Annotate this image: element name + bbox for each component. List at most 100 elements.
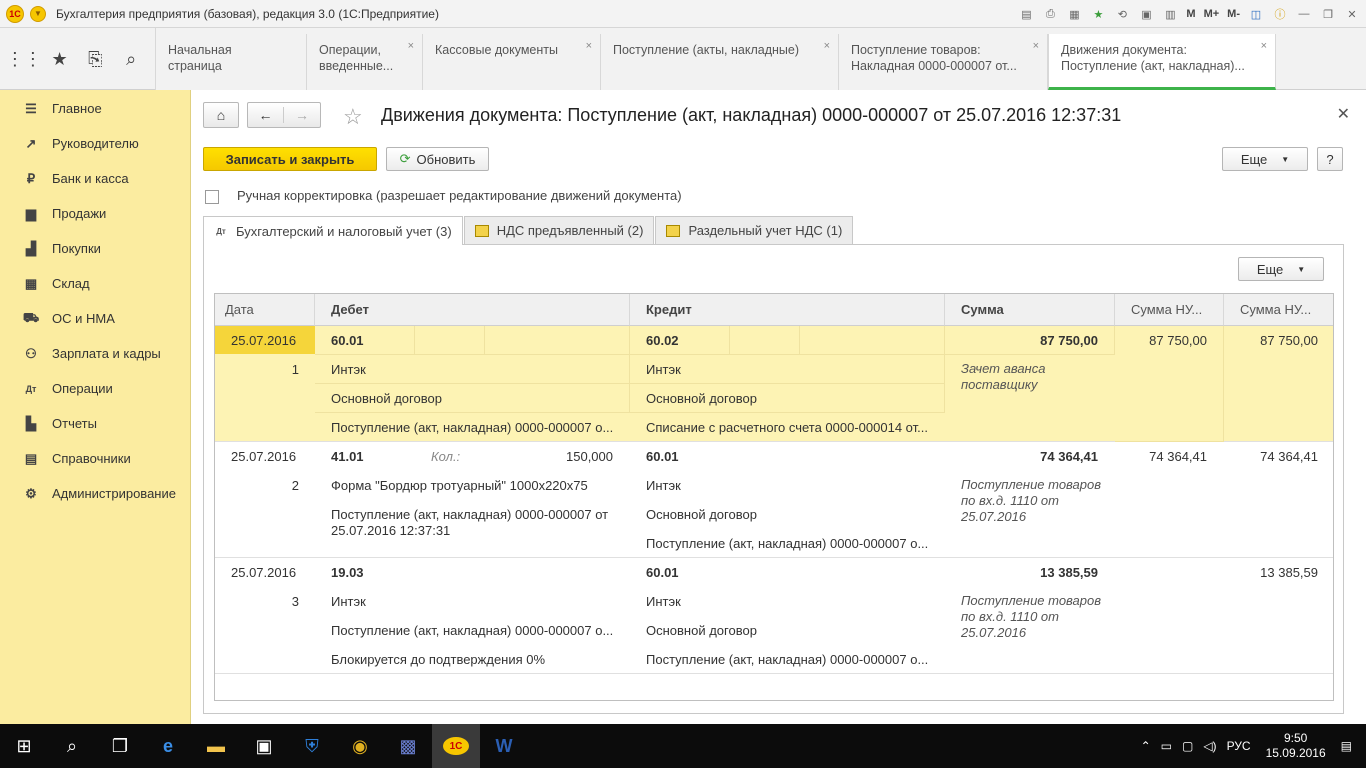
chrome-icon[interactable]: ◉ bbox=[336, 724, 384, 768]
close-tab-icon[interactable]: × bbox=[824, 38, 830, 54]
store-icon[interactable]: ▣ bbox=[240, 724, 288, 768]
sidebar-item-reports[interactable]: ▙ Отчеты bbox=[0, 406, 190, 441]
cell-debit-subconto: Блокируется до подтверждения 0% bbox=[331, 652, 546, 667]
close-tab-icon[interactable]: × bbox=[408, 38, 414, 54]
favorite-icon[interactable]: ★ bbox=[1088, 4, 1108, 24]
language-indicator[interactable]: РУС bbox=[1227, 739, 1251, 753]
calculator-icon[interactable]: ▥ bbox=[1160, 4, 1180, 24]
battery-icon[interactable]: ▭ bbox=[1161, 739, 1172, 753]
calendar-icon[interactable]: ▣ bbox=[1136, 4, 1156, 24]
word-icon[interactable]: W bbox=[480, 724, 528, 768]
tab-operations[interactable]: Операции, введенные... × bbox=[307, 34, 423, 90]
volume-icon[interactable]: ◁) bbox=[1203, 739, 1216, 753]
column-header-sum-nu[interactable]: Сумма НУ... bbox=[1115, 294, 1224, 326]
table-row[interactable]: 25.07.2016 3 19.03 Интэк Поступление (ак… bbox=[215, 558, 1333, 674]
save-icon[interactable]: ▤ bbox=[1016, 4, 1036, 24]
tab-accounting[interactable]: Дт Бухгалтерский и налоговый учет (3) bbox=[203, 216, 463, 245]
table-more-button[interactable]: Еще ▼ bbox=[1238, 257, 1324, 281]
column-header-date[interactable]: Дата bbox=[215, 294, 315, 326]
network-icon[interactable]: ▢ bbox=[1182, 739, 1193, 753]
clock-time: 9:50 bbox=[1283, 731, 1308, 745]
cell-credit-account: 60.01 bbox=[646, 449, 679, 464]
tab-receipts[interactable]: Поступление (акты, накладные) × bbox=[601, 34, 839, 90]
windows-start-icon[interactable]: ⊞ bbox=[0, 724, 48, 768]
task-view-icon[interactable]: ❐ bbox=[96, 724, 144, 768]
sidebar-item-admin[interactable]: ⚙ Администрирование bbox=[0, 476, 190, 511]
memory-mplus-button[interactable]: M+ bbox=[1202, 4, 1222, 24]
column-header-credit[interactable]: Кредит bbox=[630, 294, 945, 326]
explorer-icon[interactable]: ▬ bbox=[192, 724, 240, 768]
sidebar-item-director[interactable]: ↗ Руководителю bbox=[0, 126, 190, 161]
manual-correction-checkbox[interactable] bbox=[205, 190, 219, 204]
quick-buttons: ⋮⋮ ★ ⎘ ⌕ bbox=[0, 28, 156, 90]
dtkt-icon: Дт bbox=[216, 226, 226, 236]
memory-m-button[interactable]: M bbox=[1184, 4, 1197, 24]
panel-icon[interactable]: ◫ bbox=[1246, 4, 1266, 24]
sidebar-item-operations[interactable]: Дт Операции bbox=[0, 371, 190, 406]
tab-vat-presented[interactable]: НДС предъявленный (2) bbox=[463, 216, 655, 244]
close-tab-icon[interactable]: × bbox=[1261, 38, 1267, 54]
search-icon[interactable]: ⌕ bbox=[117, 45, 145, 73]
save-close-button[interactable]: Записать и закрыть bbox=[203, 147, 377, 171]
sidebar-item-salary[interactable]: ⚇ Зарплата и кадры bbox=[0, 336, 190, 371]
tab-goods-receipt[interactable]: Поступление товаров: Накладная 0000-0000… bbox=[839, 34, 1048, 90]
manual-correction-label: Ручная корректировка (разрешает редактир… bbox=[237, 188, 682, 203]
preview-icon[interactable]: ▦ bbox=[1064, 4, 1084, 24]
tab-cash-docs[interactable]: Кассовые документы × bbox=[423, 34, 601, 90]
back-icon[interactable]: ← bbox=[248, 107, 284, 123]
sidebar-item-warehouse[interactable]: ▦ Склад bbox=[0, 266, 190, 301]
column-header-sum[interactable]: Сумма bbox=[945, 294, 1115, 326]
restore-icon[interactable]: ❐ bbox=[1318, 4, 1338, 24]
close-tab-icon[interactable]: × bbox=[586, 38, 592, 54]
sidebar-item-assets[interactable]: ⛟ ОС и НМА bbox=[0, 301, 190, 336]
floppy-app-icon[interactable]: ▩ bbox=[384, 724, 432, 768]
close-tab-icon[interactable]: × bbox=[1033, 38, 1039, 54]
sidebar-item-catalogs[interactable]: ▤ Справочники bbox=[0, 441, 190, 476]
cell-date: 25.07.2016 bbox=[231, 565, 297, 580]
sidebar-item-label: Администрирование bbox=[52, 486, 176, 501]
edge-icon[interactable]: e bbox=[144, 724, 192, 768]
minimize-icon[interactable]: — bbox=[1294, 4, 1314, 24]
ruble-icon: ₽ bbox=[26, 170, 36, 186]
favorites-icon[interactable]: ★ bbox=[46, 45, 74, 73]
cell-debit-subconto: Интэк bbox=[331, 594, 366, 609]
tab-vat-separate[interactable]: Раздельный учет НДС (1) bbox=[655, 216, 854, 244]
sidebar-item-main[interactable]: ☰ Главное bbox=[0, 91, 190, 126]
main-menu-icon[interactable]: ▼ bbox=[30, 5, 46, 22]
table-row[interactable]: 25.07.2016 2 41.01 Кол.: 150,000 Форма "… bbox=[215, 442, 1333, 558]
close-window-icon[interactable]: ✕ bbox=[1342, 4, 1362, 24]
favorite-star-icon[interactable]: ☆ bbox=[343, 104, 363, 130]
chevron-up-icon[interactable]: ⌃ bbox=[1141, 739, 1151, 753]
tab-label: Начальная страница bbox=[168, 43, 232, 73]
info-icon[interactable]: ⓘ bbox=[1270, 4, 1290, 24]
tab-label: Раздельный учет НДС (1) bbox=[688, 223, 843, 238]
cell-divider bbox=[415, 326, 485, 355]
sidebar-item-sales[interactable]: ▆ Продажи bbox=[0, 196, 190, 231]
clock[interactable]: 9:50 15.09.2016 bbox=[1266, 731, 1326, 761]
tab-document-movements[interactable]: Движения документа: Поступление (акт, на… bbox=[1048, 34, 1276, 90]
print-icon[interactable]: ⎙ bbox=[1040, 4, 1060, 24]
1c-app-icon[interactable]: 1С bbox=[432, 724, 480, 768]
defender-icon[interactable]: ⛨ bbox=[288, 724, 336, 768]
history-icon[interactable]: ⎘ bbox=[81, 45, 109, 73]
sidebar-item-bank[interactable]: ₽ Банк и касса bbox=[0, 161, 190, 196]
memory-mminus-button[interactable]: M- bbox=[1225, 4, 1242, 24]
all-functions-icon[interactable]: ⋮⋮ bbox=[6, 45, 42, 73]
more-button[interactable]: Еще ▼ bbox=[1222, 147, 1308, 171]
window-title: Бухгалтерия предприятия (базовая), редак… bbox=[56, 6, 439, 21]
1c-logo-icon[interactable]: 1С bbox=[6, 4, 24, 23]
column-header-debit[interactable]: Дебет bbox=[315, 294, 630, 326]
close-form-icon[interactable]: ✕ bbox=[1337, 104, 1350, 124]
table-row[interactable]: 25.07.2016 1 60.01 Интэк Основной догово… bbox=[215, 326, 1333, 442]
notifications-icon[interactable]: ▤ bbox=[1341, 739, 1352, 753]
history-icon[interactable]: ⟲ bbox=[1112, 4, 1132, 24]
cell-qty: 150,000 bbox=[566, 449, 613, 464]
help-button[interactable]: ? bbox=[1317, 147, 1343, 171]
refresh-button[interactable]: ⟳ Обновить bbox=[386, 147, 489, 171]
forward-icon[interactable]: → bbox=[284, 107, 320, 123]
search-icon[interactable]: ⌕ bbox=[48, 724, 96, 768]
home-button[interactable]: ⌂ bbox=[203, 102, 239, 128]
sidebar-item-purchases[interactable]: ▟ Покупки bbox=[0, 231, 190, 266]
tab-home[interactable]: Начальная страница bbox=[156, 34, 307, 90]
column-header-sum-nu2[interactable]: Сумма НУ... bbox=[1224, 294, 1333, 326]
